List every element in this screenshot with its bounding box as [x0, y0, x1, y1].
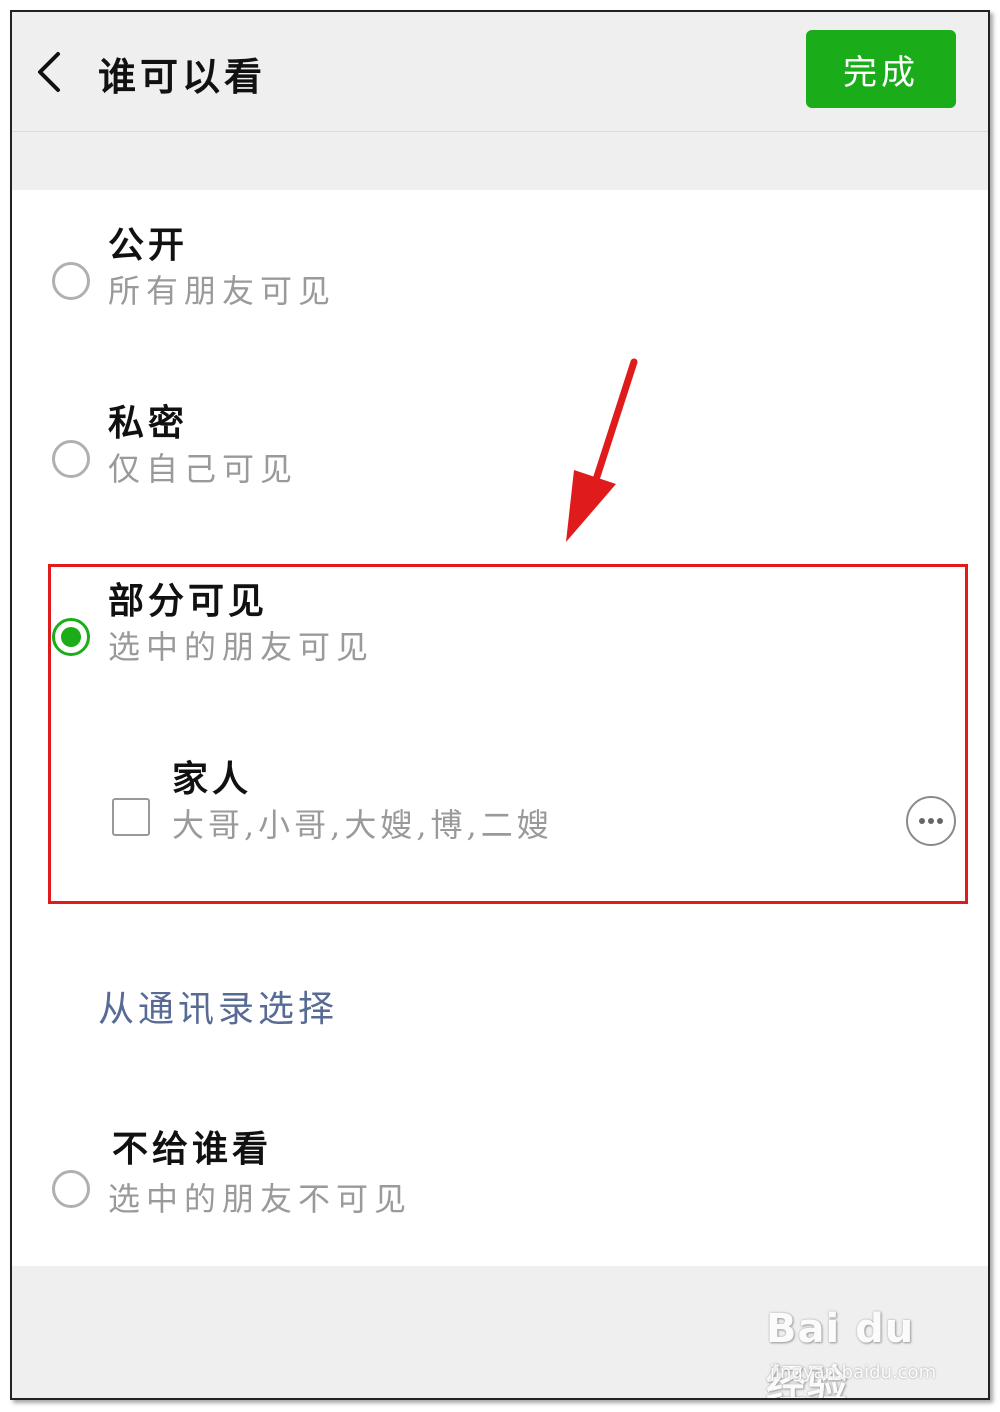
- tag-group-members: 大哥,小哥,大嫂,博,二嫂: [172, 806, 553, 844]
- option-partial[interactable]: 部分可见 选中的朋友可见: [12, 546, 988, 686]
- option-title: 私密: [108, 402, 189, 444]
- tag-group-row[interactable]: 家人 大哥,小哥,大嫂,博,二嫂: [12, 724, 988, 884]
- option-public[interactable]: 公开 所有朋友可见: [12, 190, 988, 360]
- option-exclude[interactable]: 不给谁看 选中的朋友不可见: [12, 1100, 988, 1240]
- done-button[interactable]: 完成: [806, 30, 956, 108]
- option-title: 不给谁看: [112, 1128, 273, 1170]
- watermark: Bai du 经验 jingyan.baidu.com: [764, 1302, 964, 1398]
- watermark-url: jingyan.baidu.com: [770, 1362, 937, 1383]
- option-title: 部分可见: [108, 580, 269, 622]
- radio-icon[interactable]: [52, 1170, 90, 1208]
- select-from-contacts-link[interactable]: 从通讯录选择: [98, 980, 338, 1032]
- option-subtitle: 选中的朋友不可见: [108, 1180, 413, 1218]
- radio-icon[interactable]: [52, 262, 90, 300]
- nav-bar: 谁可以看 完成: [12, 12, 988, 132]
- back-button[interactable]: [30, 48, 70, 96]
- radio-checked-icon[interactable]: [52, 618, 90, 656]
- option-private[interactable]: 私密 仅自己可见: [12, 368, 988, 538]
- option-subtitle: 选中的朋友可见: [108, 628, 375, 666]
- tag-group-name: 家人: [172, 758, 253, 800]
- ellipsis-circle-icon: [919, 818, 943, 824]
- section-spacer: [12, 132, 988, 190]
- more-button[interactable]: [906, 796, 956, 846]
- page-title: 谁可以看: [98, 54, 267, 99]
- phone-screen: 谁可以看 完成 公开 所有朋友可见 私密 仅自己可见 部分可见 选中的朋友可见 …: [10, 10, 990, 1400]
- option-subtitle: 所有朋友可见: [108, 272, 337, 310]
- option-title: 公开: [108, 224, 189, 266]
- watermark-logo: Bai du 经验: [766, 1306, 915, 1400]
- chevron-left-icon: [38, 52, 60, 92]
- visibility-options: 公开 所有朋友可见 私密 仅自己可见 部分可见 选中的朋友可见 家人 大哥,小哥…: [12, 190, 988, 1266]
- radio-icon[interactable]: [52, 440, 90, 478]
- tag-group-checkbox[interactable]: [112, 798, 150, 836]
- option-subtitle: 仅自己可见: [108, 450, 299, 488]
